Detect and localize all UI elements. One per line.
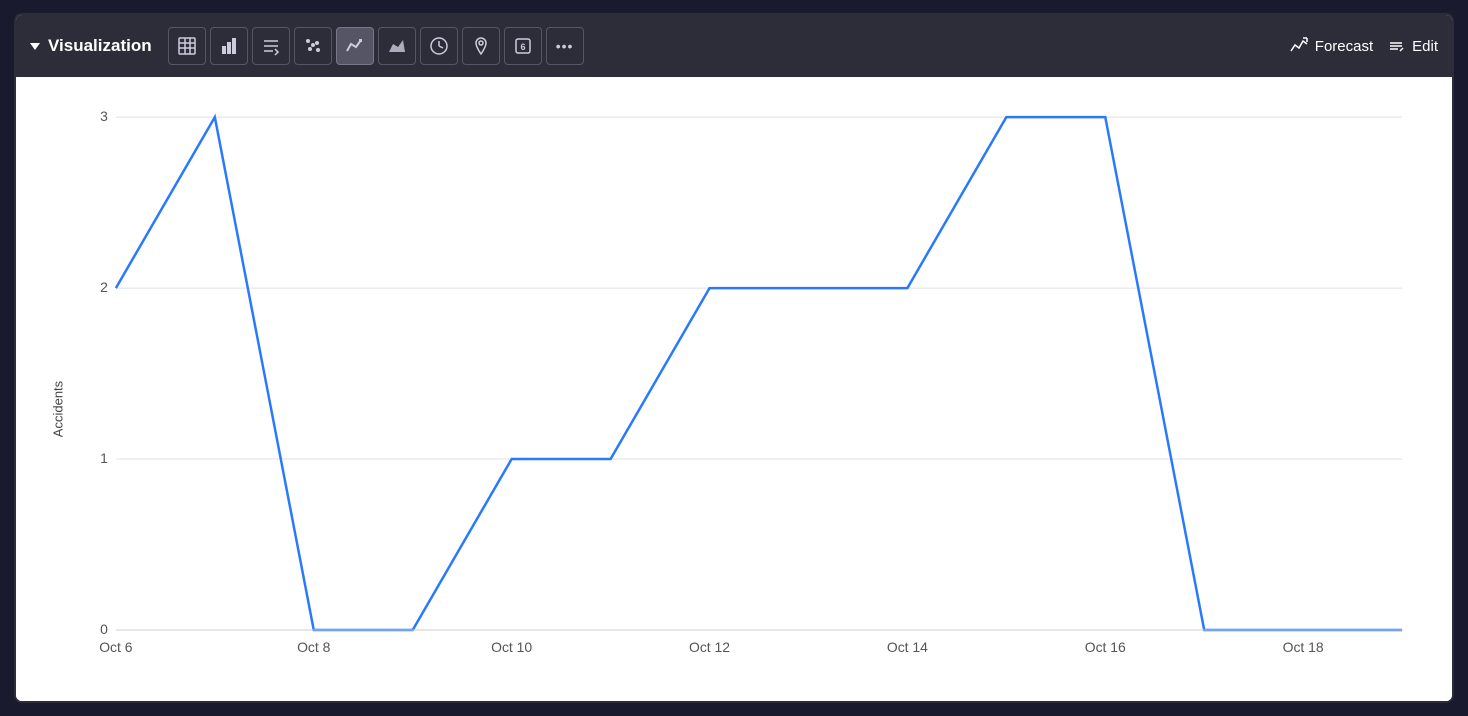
- toolbar: Visualization: [16, 15, 1452, 77]
- area-chart-button[interactable]: [378, 27, 416, 65]
- svg-text:Oct 8: Oct 8: [297, 639, 331, 655]
- svg-text:Oct 6: Oct 6: [99, 639, 133, 655]
- line-chart-button[interactable]: [336, 27, 374, 65]
- line-chart-svg: 0 1 2 3 Oct 6 Oct 8 Oct 10 Oct 12 Oct 14 Oct 16 Oc…: [76, 97, 1432, 680]
- time-chart-button[interactable]: [420, 27, 458, 65]
- bar-chart-button[interactable]: [210, 27, 248, 65]
- edit-label: Edit: [1412, 38, 1438, 55]
- toolbar-left: Visualization: [30, 27, 1286, 65]
- title-label: Visualization: [48, 36, 152, 56]
- svg-text:1: 1: [100, 450, 108, 466]
- visualization-title: Visualization: [30, 36, 152, 56]
- svg-text:3: 3: [100, 108, 108, 124]
- svg-text:Oct 16: Oct 16: [1085, 639, 1126, 655]
- table-view-button[interactable]: [168, 27, 206, 65]
- y-axis-label: Accidents: [51, 380, 66, 436]
- forecast-label: Forecast: [1315, 38, 1373, 55]
- map-chart-button[interactable]: [462, 27, 500, 65]
- forecast-icon: [1290, 37, 1308, 55]
- list-view-button[interactable]: [252, 27, 290, 65]
- scatter-chart-button[interactable]: [294, 27, 332, 65]
- svg-text:2: 2: [100, 279, 108, 295]
- edit-icon: [1387, 37, 1405, 55]
- svg-text:Oct 12: Oct 12: [689, 639, 730, 655]
- chart-area: Accidents Event Date 0123Oct 6Oct 8Oct 1…: [16, 77, 1452, 703]
- svg-text:6: 6: [520, 42, 525, 52]
- svg-text:0: 0: [100, 621, 108, 637]
- number-chart-button[interactable]: 6: [504, 27, 542, 65]
- chevron-icon: [30, 43, 40, 50]
- forecast-button[interactable]: Forecast: [1290, 37, 1373, 55]
- svg-text:Oct 10: Oct 10: [491, 639, 532, 655]
- visualization-panel: Visualization: [14, 13, 1454, 703]
- more-icon: •••: [556, 38, 574, 54]
- edit-button[interactable]: Edit: [1387, 37, 1438, 55]
- svg-text:Oct 18: Oct 18: [1283, 639, 1324, 655]
- svg-text:Oct 14: Oct 14: [887, 639, 928, 655]
- more-options-button[interactable]: •••: [546, 27, 584, 65]
- toolbar-right: Forecast Edit: [1290, 37, 1438, 55]
